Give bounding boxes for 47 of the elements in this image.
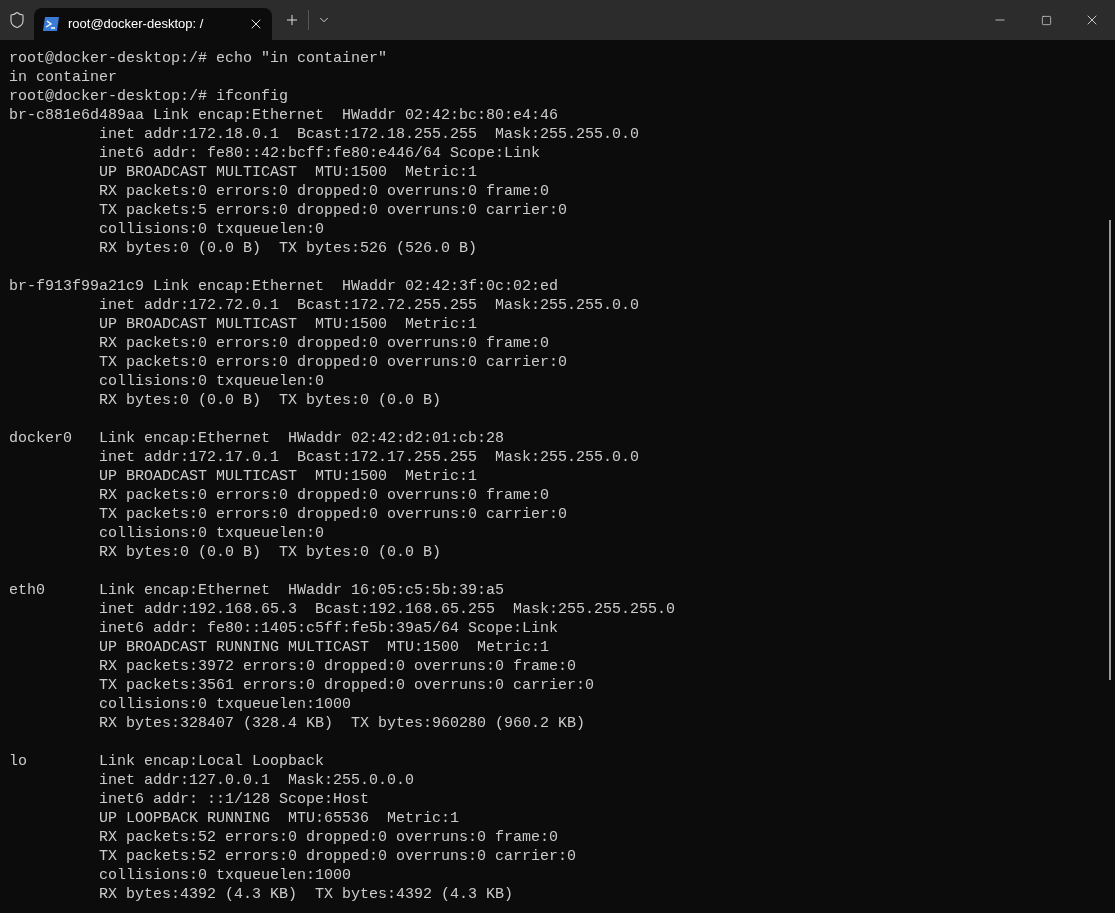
terminal-line: inet addr:172.18.0.1 Bcast:172.18.255.255 Mask:255.255.0.0 xyxy=(98,125,640,144)
terminal-line: TX packets:0 errors:0 dropped:0 overruns:0 carrier:0 xyxy=(98,505,568,524)
terminal-line: collisions:0 txqueuelen:1000 xyxy=(98,695,352,714)
terminal-line: br-f913f99a21c9 Link encap:Ethernet HWaddr 02:42:3f:0c:02:ed xyxy=(9,277,559,296)
terminal-line: UP BROADCAST RUNNING MULTICAST MTU:1500 Metric:1 xyxy=(98,638,550,657)
terminal-line: root@docker-desktop:/# echo "in container" xyxy=(9,49,388,68)
shield-icon[interactable] xyxy=(8,11,26,29)
terminal-line: RX bytes:0 (0.0 B) TX bytes:0 (0.0 B) xyxy=(98,543,442,562)
terminal-line: TX packets:52 errors:0 dropped:0 overruns:0 carrier:0 xyxy=(98,847,577,866)
terminal-line: RX packets:3972 errors:0 dropped:0 overruns:0 frame:0 xyxy=(98,657,577,676)
tab-title: root@docker-desktop: / xyxy=(68,15,205,34)
terminal-line: RX bytes:4392 (4.3 KB) TX bytes:4392 (4.3 KB) xyxy=(98,885,514,904)
terminal-icon xyxy=(42,16,60,32)
terminal-line: TX packets:3561 errors:0 dropped:0 overruns:0 carrier:0 xyxy=(98,676,595,695)
terminal-line: inet6 addr: fe80::1405:c5ff:fe5b:39a5/64 Scope:Link xyxy=(98,619,559,638)
terminal-line: RX packets:0 errors:0 dropped:0 overruns:0 frame:0 xyxy=(98,334,550,353)
terminal-line: lo Link encap:Local Loopback xyxy=(9,752,325,771)
terminal-line: RX bytes:0 (0.0 B) TX bytes:526 (526.0 B) xyxy=(98,239,478,258)
terminal-line: inet6 addr: fe80::42:bcff:fe80:e446/64 Scope:Link xyxy=(98,144,541,163)
terminal-line: inet6 addr: ::1/128 Scope:Host xyxy=(98,790,370,809)
terminal-line: docker0 Link encap:Ethernet HWaddr 02:42:d2:01:cb:28 xyxy=(9,429,505,448)
terminal-line: RX packets:52 errors:0 dropped:0 overruns:0 frame:0 xyxy=(98,828,559,847)
terminal-line: inet addr:172.72.0.1 Bcast:172.72.255.255 Mask:255.255.0.0 xyxy=(98,296,640,315)
terminal-line: inet addr:172.17.0.1 Bcast:172.17.255.255 Mask:255.255.0.0 xyxy=(98,448,640,467)
new-tab-icon[interactable] xyxy=(284,12,300,28)
terminal-line: collisions:0 txqueuelen:1000 xyxy=(98,866,352,885)
terminal-line: eth0 Link encap:Ethernet HWaddr 16:05:c5:5b:39:a5 xyxy=(9,581,505,600)
terminal-line: UP LOOPBACK RUNNING MTU:65536 Metric:1 xyxy=(98,809,460,828)
terminal-line: collisions:0 txqueuelen:0 xyxy=(98,220,325,239)
terminal-line: TX packets:0 errors:0 dropped:0 overruns:0 carrier:0 xyxy=(98,353,568,372)
tab[interactable]: root@docker-desktop: / xyxy=(34,8,272,40)
terminal-line: root@docker-desktop:/# ifconfig xyxy=(9,87,289,106)
terminal-line: inet addr:192.168.65.3 Bcast:192.168.65.255 Mask:255.255.255.0 xyxy=(98,600,676,619)
terminal-line: UP BROADCAST MULTICAST MTU:1500 Metric:1 xyxy=(98,467,478,486)
terminal-line: TX packets:5 errors:0 dropped:0 overruns:0 carrier:0 xyxy=(98,201,568,220)
terminal-line: UP BROADCAST MULTICAST MTU:1500 Metric:1 xyxy=(98,163,478,182)
terminal-line: RX packets:0 errors:0 dropped:0 overruns:0 frame:0 xyxy=(98,182,550,201)
terminal-line: in container xyxy=(9,68,118,87)
terminal-line: collisions:0 txqueuelen:0 xyxy=(98,524,325,543)
terminal-line: RX packets:0 errors:0 dropped:0 overruns:0 frame:0 xyxy=(98,486,550,505)
terminal-line: collisions:0 txqueuelen:0 xyxy=(98,372,325,391)
terminal-line: UP BROADCAST MULTICAST MTU:1500 Metric:1 xyxy=(98,315,478,334)
terminal-line: RX bytes:0 (0.0 B) TX bytes:0 (0.0 B) xyxy=(98,391,442,410)
maximize-icon[interactable] xyxy=(1040,14,1052,26)
terminal-line: inet addr:127.0.0.1 Mask:255.0.0.0 xyxy=(98,771,415,790)
terminal-line: br-c881e6d489aa Link encap:Ethernet HWaddr 02:42:bc:80:e4:46 xyxy=(9,106,559,125)
terminal-line: RX bytes:328407 (328.4 KB) TX bytes:960280 (960.2 KB) xyxy=(98,714,586,733)
